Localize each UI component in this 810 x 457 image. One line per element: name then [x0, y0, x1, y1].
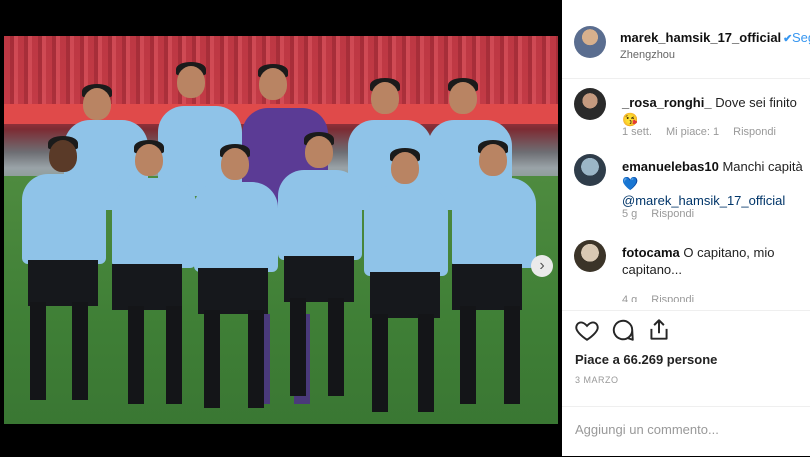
comment-list: _rosa_ronghi_ Dove sei finito 😘 1 sett. M…	[562, 82, 810, 302]
post-date: 3 MARZO	[575, 375, 619, 385]
post-image-area: ›	[0, 0, 562, 456]
comment-likes[interactable]: Mi piace: 1	[666, 126, 719, 138]
location-link[interactable]: Zhengzhou	[620, 49, 675, 61]
comment-time[interactable]: 4 g	[622, 294, 637, 302]
team-photo: ›	[4, 36, 558, 424]
post-actions	[562, 310, 810, 351]
comment-input-placeholder[interactable]: Aggiungi un commento...	[575, 422, 719, 437]
follow-button[interactable]: Seg	[792, 30, 810, 45]
comment-emoji: 😘	[622, 112, 639, 127]
comment-time[interactable]: 5 g	[622, 208, 637, 220]
post-sidebar: marek_hamsik_17_official✔ Seg Zhengzhou …	[562, 0, 810, 456]
comment-body: fotocama O capitano, mio capitano...	[622, 244, 804, 278]
post-username[interactable]: marek_hamsik_17_official ✔	[620, 30, 792, 45]
reply-button[interactable]: Rispondi	[651, 294, 694, 302]
comment-text: Manchi capità	[722, 159, 803, 174]
comment-avatar[interactable]	[574, 240, 606, 272]
username-text: marek_hamsik_17_official	[620, 30, 782, 45]
comment-emoji: 💙	[622, 176, 639, 191]
divider	[562, 78, 810, 79]
comment-time[interactable]: 1 sett.	[622, 126, 652, 138]
comment-username[interactable]: _rosa_ronghi_	[622, 95, 712, 110]
comment-mention[interactable]: @marek_hamsik_17_official	[622, 193, 785, 208]
comment-username[interactable]: emanuelebas10	[622, 159, 719, 174]
avatar[interactable]	[574, 26, 606, 58]
chevron-right-icon[interactable]: ›	[531, 255, 553, 277]
comment-avatar[interactable]	[574, 88, 606, 120]
likes-count[interactable]: Piace a 66.269 persone	[575, 352, 717, 367]
post-header: marek_hamsik_17_official✔ Seg Zhengzhou	[562, 12, 810, 66]
comment-icon[interactable]	[610, 317, 636, 343]
comment-avatar[interactable]	[574, 154, 606, 186]
share-icon[interactable]	[646, 317, 672, 343]
verified-badge-icon: ✔	[783, 33, 793, 45]
heart-icon[interactable]	[574, 317, 600, 343]
add-comment-field[interactable]: Aggiungi un commento...	[562, 406, 810, 457]
reply-button[interactable]: Rispondi	[733, 126, 776, 138]
comment-username[interactable]: fotocama	[622, 245, 680, 260]
comment-meta: 1 sett. Mi piace: 1 Rispondi	[622, 126, 790, 138]
comment-body: emanuelebas10 Manchi capità 💙 @marek_ham…	[622, 158, 804, 209]
comment-meta: 5 g Rispondi	[622, 208, 708, 220]
comment-text: Dove sei finito	[715, 95, 797, 110]
comment-body: _rosa_ronghi_ Dove sei finito 😘	[622, 94, 804, 128]
comment-meta: 4 g Rispondi	[622, 294, 708, 302]
reply-button[interactable]: Rispondi	[651, 208, 694, 220]
